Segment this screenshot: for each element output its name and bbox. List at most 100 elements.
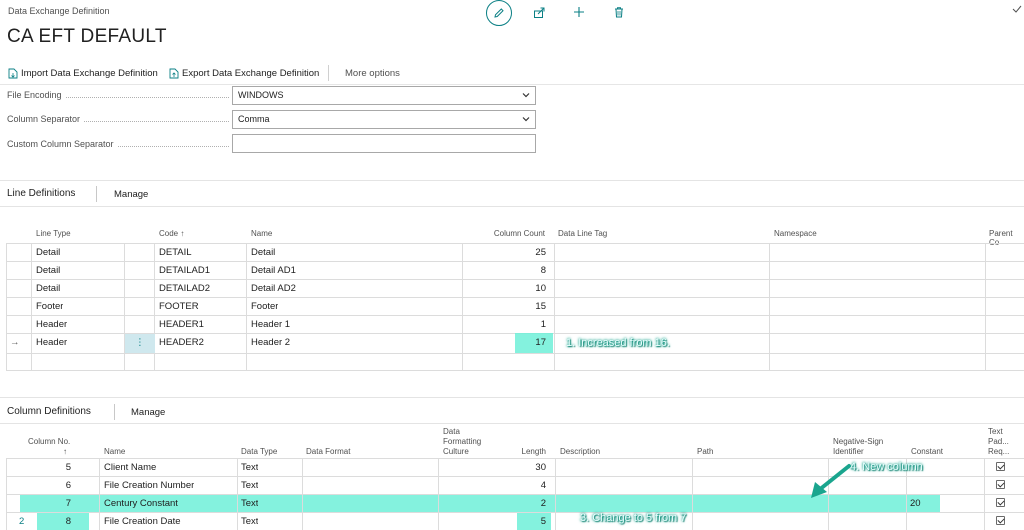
export-label: Export Data Exchange Definition [182, 68, 320, 79]
col-header-data-type[interactable]: Data Type [241, 447, 277, 456]
text-padding-checkbox[interactable] [996, 477, 1005, 495]
col-header-negative-sign[interactable]: Negative-Sign Identifier [833, 437, 883, 457]
name-cell: Footer [251, 301, 279, 312]
check-icon[interactable] [1012, 5, 1022, 16]
table-row-new[interactable]: 7 Century Constant Text 2 20 [6, 494, 1024, 512]
line-type-cell: Detail [36, 265, 61, 276]
col-header-data-line-tag[interactable]: Data Line Tag [558, 229, 607, 238]
code-cell: HEADER2 [159, 337, 204, 348]
col-header-column-no[interactable]: Column No. [28, 437, 70, 446]
col-header-name[interactable]: Name [251, 229, 272, 238]
header-line: Data [443, 427, 460, 436]
code-cell: DETAIL [159, 247, 192, 258]
header-line: Culture [443, 447, 469, 456]
annotation-arrow-icon [811, 464, 851, 498]
trash-icon [615, 7, 623, 18]
col-header-code[interactable]: Code ↑ [159, 229, 184, 238]
header-line: Identifier [833, 447, 864, 456]
header-line: Req... [988, 447, 1010, 456]
section-divider [0, 423, 1024, 424]
chevron-down-icon [522, 93, 530, 98]
name-cell: Detail AD1 [251, 265, 296, 276]
chevron-down-icon [522, 117, 530, 122]
column-no-cell: 8 [65, 516, 71, 527]
text-padding-checkbox[interactable] [996, 459, 1005, 477]
col-header-line-type[interactable]: Line Type [36, 229, 71, 238]
col-header-length[interactable]: Length [500, 447, 546, 456]
name-cell: Header 1 [251, 319, 291, 330]
line-type-cell: Footer [36, 301, 64, 312]
table-row[interactable]: Header HEADER1 Header 1 1 [6, 315, 1024, 333]
page-title: CA EFT DEFAULT [7, 26, 167, 47]
document-import-icon [8, 68, 18, 79]
col-header-column-count[interactable]: Column Count [470, 229, 545, 238]
table-bottom-line [6, 370, 1024, 371]
file-encoding-label: File Encoding [7, 90, 229, 100]
header-line: Text [988, 427, 1003, 436]
import-button[interactable]: Import Data Exchange Definition [8, 68, 158, 79]
column-separator-select[interactable]: Comma [232, 110, 536, 129]
col-header-name[interactable]: Name [104, 447, 125, 456]
col-header-data-format[interactable]: Data Format [306, 447, 350, 456]
table-row[interactable]: Detail DETAIL Detail 25 [6, 243, 1024, 261]
import-label: Import Data Exchange Definition [21, 68, 158, 79]
new-button[interactable] [567, 0, 591, 24]
section-divider [0, 397, 1024, 398]
line-type-cell: Header [36, 337, 68, 348]
action-bar-divider [0, 84, 1024, 85]
col-header-text-padding[interactable]: Text Pad... Req... [988, 427, 1009, 457]
name-cell: Header 2 [251, 337, 291, 348]
constant-cell: 20 [910, 498, 921, 509]
share-button[interactable] [527, 0, 551, 24]
line-type-cell: Detail [36, 283, 61, 294]
pencil-icon [494, 8, 504, 18]
column-count-cell: 1 [540, 319, 546, 330]
edit-button[interactable] [486, 0, 512, 26]
column-definitions-manage[interactable]: Manage [131, 407, 165, 418]
name-cell: File Creation Date [104, 516, 181, 527]
file-encoding-select[interactable]: WINDOWS [232, 86, 536, 105]
custom-separator-input[interactable] [232, 134, 536, 153]
export-button[interactable]: Export Data Exchange Definition [169, 68, 319, 79]
column-separator-label: Column Separator [7, 114, 229, 124]
code-cell: DETAILAD2 [159, 283, 211, 294]
text-padding-checkbox[interactable] [996, 513, 1005, 530]
annotation-4: 4. New column [850, 461, 923, 473]
code-cell: FOOTER [159, 301, 199, 312]
section-title-divider [96, 186, 97, 202]
col-header-namespace[interactable]: Namespace [774, 229, 817, 238]
line-definitions-manage[interactable]: Manage [114, 189, 148, 200]
table-row[interactable]: Detail DETAILAD2 Detail AD2 10 [6, 279, 1024, 297]
document-export-icon [169, 68, 179, 79]
file-encoding-value: WINDOWS [238, 90, 284, 100]
table-row[interactable]: 6 File Creation Number Text 4 [6, 476, 1024, 494]
col-header-path[interactable]: Path [697, 447, 713, 456]
col-header-description[interactable]: Description [560, 447, 600, 456]
name-cell: Client Name [104, 462, 157, 473]
annotation-3: 3. Change to 5 from 7 [580, 512, 687, 524]
table-row[interactable]: 2 8 File Creation Date Text 5 [6, 512, 1024, 530]
more-options-button[interactable]: More options [345, 68, 400, 79]
section-divider [0, 180, 1024, 181]
column-count-cell: 8 [540, 265, 546, 276]
column-separator-label-text: Column Separator [7, 114, 81, 124]
text-padding-checkbox[interactable] [996, 495, 1005, 513]
table-row[interactable]: Footer FOOTER Footer 15 [6, 297, 1024, 315]
page-caption: Data Exchange Definition [8, 6, 110, 16]
header-line: Pad... [988, 437, 1009, 446]
col-header-constant[interactable]: Constant [911, 447, 943, 456]
action-divider [328, 65, 329, 81]
column-count-cell[interactable]: 17 [516, 333, 546, 353]
length-cell: 2 [540, 498, 546, 509]
plus-icon [574, 7, 584, 17]
annotation-1: 1. Increased from 16. [566, 337, 670, 349]
table-row-empty[interactable] [6, 353, 1024, 371]
table-row[interactable]: Detail DETAILAD1 Detail AD1 8 [6, 261, 1024, 279]
col-header-data-formatting-culture[interactable]: Data Formatting Culture [443, 427, 481, 457]
length-cell: 4 [540, 480, 546, 491]
delete-button[interactable] [607, 0, 631, 24]
length-cell: 5 [540, 516, 546, 527]
row-actions-menu-icon[interactable]: ⋮ [125, 334, 155, 354]
selected-row-arrow-icon: → [10, 337, 20, 348]
column-no-cell: 7 [65, 498, 71, 509]
